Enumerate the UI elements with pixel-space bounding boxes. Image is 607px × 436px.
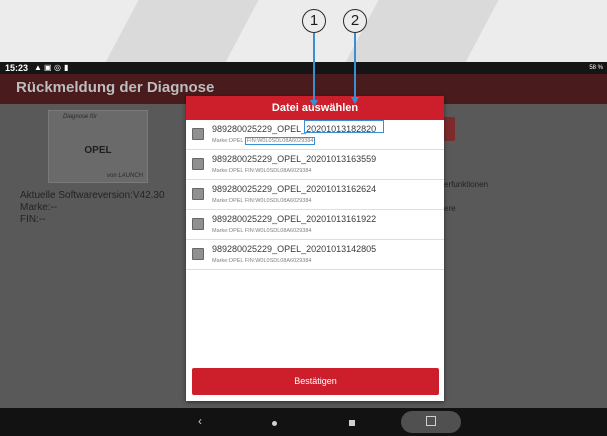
callout-1-pointer xyxy=(313,33,315,101)
screenshot-button[interactable] xyxy=(401,411,461,433)
diagnosis-card: Diagnose für OPEL von LAUNCH xyxy=(48,110,148,183)
back-icon[interactable]: ‹ xyxy=(198,414,202,428)
callout-2-pointer xyxy=(354,33,356,98)
background-text: erfunktionen xyxy=(444,180,489,189)
navigation-bar: ‹ xyxy=(0,408,607,436)
callout-2-arrow xyxy=(351,97,359,104)
card-bottom-label: von LAUNCH xyxy=(106,173,143,179)
file-fin: FIN:W0L0SDL08A6029384 xyxy=(244,168,312,174)
background-text: ere xyxy=(444,204,456,213)
screenshot-icon xyxy=(426,416,436,426)
file-name: 989280025229_OPEL_20201013162624 xyxy=(212,184,377,194)
file-make: Marke:OPEL xyxy=(212,138,244,144)
file-name: 989280025229_OPEL_20201013163559 xyxy=(212,154,377,164)
file-meta: Marke:OPEL FIN:W0L0SDL08A6029384 xyxy=(212,168,311,174)
file-item[interactable]: 989280025229_OPEL_20201013142805 Marke:O… xyxy=(186,240,444,270)
file-checkbox[interactable] xyxy=(192,218,204,230)
file-name: 989280025229_OPEL_20201013142805 xyxy=(212,244,377,254)
file-make: Marke:OPEL xyxy=(212,228,244,234)
backdrop-stripe xyxy=(90,0,270,62)
file-checkbox[interactable] xyxy=(192,188,204,200)
vehicle-vin: FIN:-- xyxy=(20,214,46,225)
backdrop xyxy=(0,0,607,62)
file-meta: Marke:OPEL FIN:W0L0SDL08A6029384 xyxy=(212,228,311,234)
home-icon[interactable] xyxy=(272,421,277,426)
file-make: Marke:OPEL xyxy=(212,258,244,264)
file-checkbox[interactable] xyxy=(192,128,204,140)
file-list: 989280025229_OPEL_20201013182820 Marke:O… xyxy=(186,120,444,270)
callout-1-arrow xyxy=(310,100,318,107)
file-checkbox[interactable] xyxy=(192,248,204,260)
file-fin: FIN:W0L0SDL08A6029384 xyxy=(244,258,312,264)
recent-apps-icon[interactable] xyxy=(349,420,355,426)
file-meta: Marke:OPEL FIN:W0L0SDL08A6029384 xyxy=(212,258,311,264)
file-meta: Marke:OPEL FIN:W0L0SDL08A6029384 xyxy=(212,137,316,145)
file-item[interactable]: 989280025229_OPEL_20201013163559 Marke:O… xyxy=(186,150,444,180)
file-select-dialog: Datei auswählen 989280025229_OPEL_202010… xyxy=(186,96,444,401)
file-item[interactable]: 989280025229_OPEL_20201013161922 Marke:O… xyxy=(186,210,444,240)
settings-icon: ◎ xyxy=(54,63,61,72)
callout-1: 1 xyxy=(302,9,326,33)
file-fin: FIN:W0L0SDL08A6029384 xyxy=(244,137,316,145)
highlight-box xyxy=(304,120,384,133)
file-fin: FIN:W0L0SDL08A6029384 xyxy=(244,198,312,204)
warning-icon: ▲ xyxy=(34,63,42,72)
card-top-label: Diagnose für xyxy=(63,114,98,120)
confirm-button[interactable]: Bestätigen xyxy=(192,368,439,395)
tablet-screen: 15:23 ▲ ▣ ◎ ▮ 58 % Rückmeldung der Diagn… xyxy=(0,62,607,436)
file-item[interactable]: 989280025229_OPEL_20201013162624 Marke:O… xyxy=(186,180,444,210)
software-version: Aktuelle Softwareversion:V42.30 xyxy=(20,190,165,201)
battery-text: 58 % xyxy=(589,65,603,71)
file-name: 989280025229_OPEL_20201013161922 xyxy=(212,214,377,224)
background-button xyxy=(443,117,455,141)
status-time: 15:23 xyxy=(5,63,29,73)
file-checkbox[interactable] xyxy=(192,158,204,170)
card-brand: OPEL xyxy=(84,145,112,156)
file-make: Marke:OPEL xyxy=(212,198,244,204)
file-fin: FIN:W0L0SDL08A6029384 xyxy=(244,228,312,234)
callout-2: 2 xyxy=(343,9,367,33)
page-title: Rückmeldung der Diagnose xyxy=(16,79,215,96)
file-make: Marke:OPEL xyxy=(212,168,244,174)
sd-card-icon: ▮ xyxy=(64,63,69,72)
image-icon: ▣ xyxy=(44,63,52,72)
vehicle-make: Marke:-- xyxy=(20,202,58,213)
status-bar: 15:23 ▲ ▣ ◎ ▮ 58 % xyxy=(0,62,607,74)
file-meta: Marke:OPEL FIN:W0L0SDL08A6029384 xyxy=(212,198,311,204)
